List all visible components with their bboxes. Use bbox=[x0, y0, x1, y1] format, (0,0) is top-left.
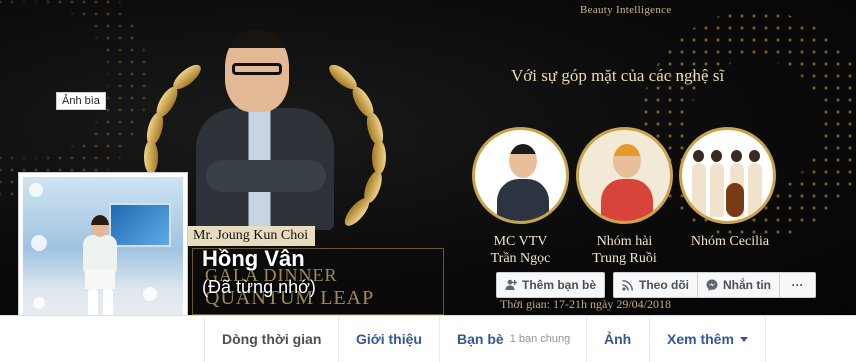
tab-friends-label: Bạn bè bbox=[457, 331, 504, 347]
guest-name-comedy: Nhóm hài Trung Ruồi bbox=[592, 234, 657, 266]
tab-timeline-label: Dòng thời gian bbox=[222, 331, 322, 347]
chevron-down-icon bbox=[739, 336, 748, 342]
add-friend-button[interactable]: Thêm bạn bè bbox=[496, 272, 606, 298]
cover-headline: Với sự góp mặt của các nghệ sĩ bbox=[511, 66, 725, 85]
profile-page: Beauty Intelligence Với sự góp mặt của c… bbox=[0, 0, 856, 362]
profile-tab-bar: Dòng thời gian Giới thiệu Bạn bè 1 bạn c… bbox=[0, 315, 856, 362]
profile-alternate-name: (Đã từng nhớ) bbox=[202, 277, 316, 297]
add-friend-icon bbox=[505, 279, 517, 290]
more-options-icon: ··· bbox=[791, 278, 804, 292]
tab-more[interactable]: Xem thêm bbox=[649, 316, 766, 362]
mutual-friends-count: 1 bạn chung bbox=[509, 333, 571, 345]
follow-label: Theo dõi bbox=[639, 278, 690, 292]
message-button[interactable]: Nhắn tin bbox=[697, 272, 781, 298]
guest-name-cecilia: Nhóm Cecilia bbox=[690, 234, 770, 249]
speaker-caption: Mr. Joung Kun Choi bbox=[186, 226, 316, 246]
profile-actions: Thêm bạn bè Theo dõi Nhắn tin ··· bbox=[496, 272, 817, 298]
message-label: Nhắn tin bbox=[723, 278, 772, 292]
follow-button[interactable]: Theo dõi bbox=[613, 272, 698, 298]
guest-name-mc: MC VTV Trần Ngọc bbox=[490, 234, 551, 266]
guest-photo-mc bbox=[472, 127, 569, 224]
guest-photo-comedy bbox=[576, 127, 673, 224]
tab-about-label: Giới thiệu bbox=[356, 331, 422, 347]
tab-photos[interactable]: Ảnh bbox=[586, 316, 648, 362]
cover-brand-text: Beauty Intelligence bbox=[580, 4, 672, 16]
tab-photos-label: Ảnh bbox=[604, 331, 632, 347]
event-time-text: Thời gian: 17-21h ngày 29/04/2018 bbox=[500, 297, 671, 311]
tab-more-label: Xem thêm bbox=[667, 331, 734, 347]
guest-photo-cecilia bbox=[679, 127, 776, 224]
rss-icon bbox=[622, 280, 634, 291]
tab-timeline[interactable]: Dòng thời gian bbox=[204, 316, 338, 362]
more-options-button[interactable]: ··· bbox=[780, 272, 817, 298]
cover-photo-tooltip: Ảnh bìa bbox=[56, 92, 106, 110]
profile-name[interactable]: Hồng Vân bbox=[202, 246, 305, 272]
add-friend-label: Thêm bạn bè bbox=[522, 278, 597, 292]
tab-friends[interactable]: Bạn bè 1 bạn chung bbox=[439, 316, 587, 362]
messenger-icon bbox=[706, 279, 718, 291]
tab-about[interactable]: Giới thiệu bbox=[338, 316, 439, 362]
